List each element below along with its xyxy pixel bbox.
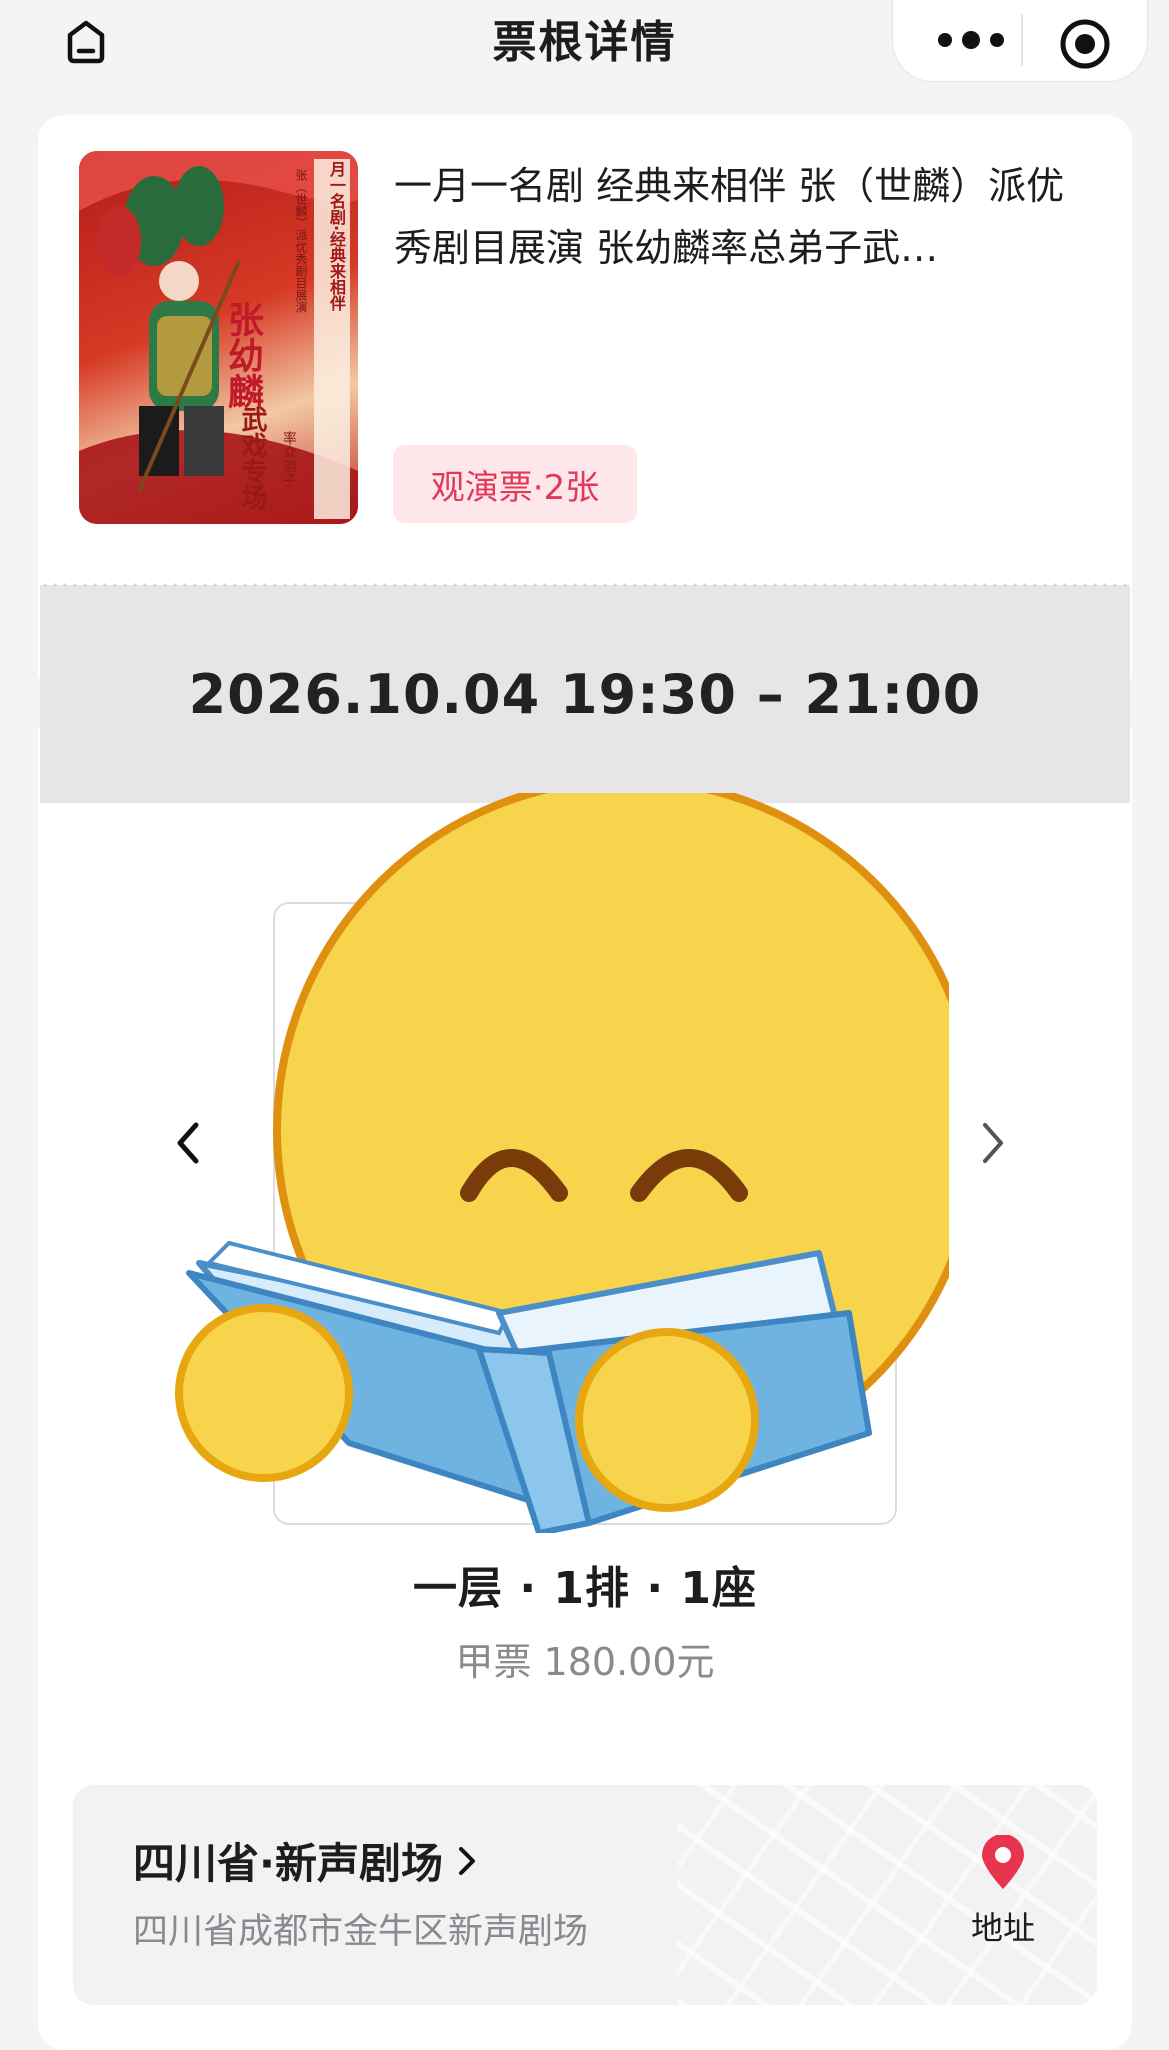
venue-name: 四川省·新声剧场 [133,1839,443,1888]
poster-text-4: 率众弟子 [281,431,297,487]
address-button-label: 地址 [970,1909,1035,1947]
time-band: 2026.10.04 19:30 – 21:00 [40,583,1130,803]
poster-text-2: 张（世麟）派优秀剧目展演 [294,169,308,313]
event-poster[interactable]: 月一名剧·经典来相伴 张（世麟）派优秀剧目展演 张幼麟 率众弟子 武戏专场 [79,151,358,524]
location-pin-icon [982,1834,1024,1889]
venue-name-link[interactable]: 四川省·新声剧场 [133,1830,477,1891]
address-button[interactable]: 地址 [948,1834,1058,1949]
chevron-right-icon [458,1846,475,1875]
event-title[interactable]: 一月一名剧 经典来相伴 张（世麟）派优秀剧目展演 张幼麟率总弟子武… [394,155,1094,279]
ticket-card: 月一名剧·经典来相伴 张（世麟）派优秀剧目展演 张幼麟 率众弟子 武戏专场 一月… [16,115,1154,2050]
ticket-count-badge: 观演票·2张 [393,445,637,523]
reading-emoji-icon [169,776,981,1536]
ticket-price: 甲票 180.00元 [455,1640,715,1684]
poster-text-5: 武戏专场 [237,406,267,510]
poster-text-1: 月一名剧·经典来相伴 [327,161,346,312]
target-close-icon[interactable] [1053,12,1117,76]
venue-address: 四川省成都市金牛区新声剧场 [133,1912,589,1952]
mini-program-capsule [892,0,1148,82]
capsule-divider [1021,14,1023,66]
venue-card[interactable]: 四川省·新声剧场 四川省成都市金牛区新声剧场 地址 [73,1785,1097,2005]
more-dots-icon[interactable] [923,22,1019,58]
top-bar: 票根详情 [0,0,1169,82]
chevron-right-icon[interactable] [973,1115,1013,1171]
poster-text-3: 张幼麟 [222,301,264,409]
event-time-range: 2026.10.04 19:30 – 21:00 [188,662,982,726]
seat-info: 一层 · 1排 · 1座 [413,1563,757,1614]
